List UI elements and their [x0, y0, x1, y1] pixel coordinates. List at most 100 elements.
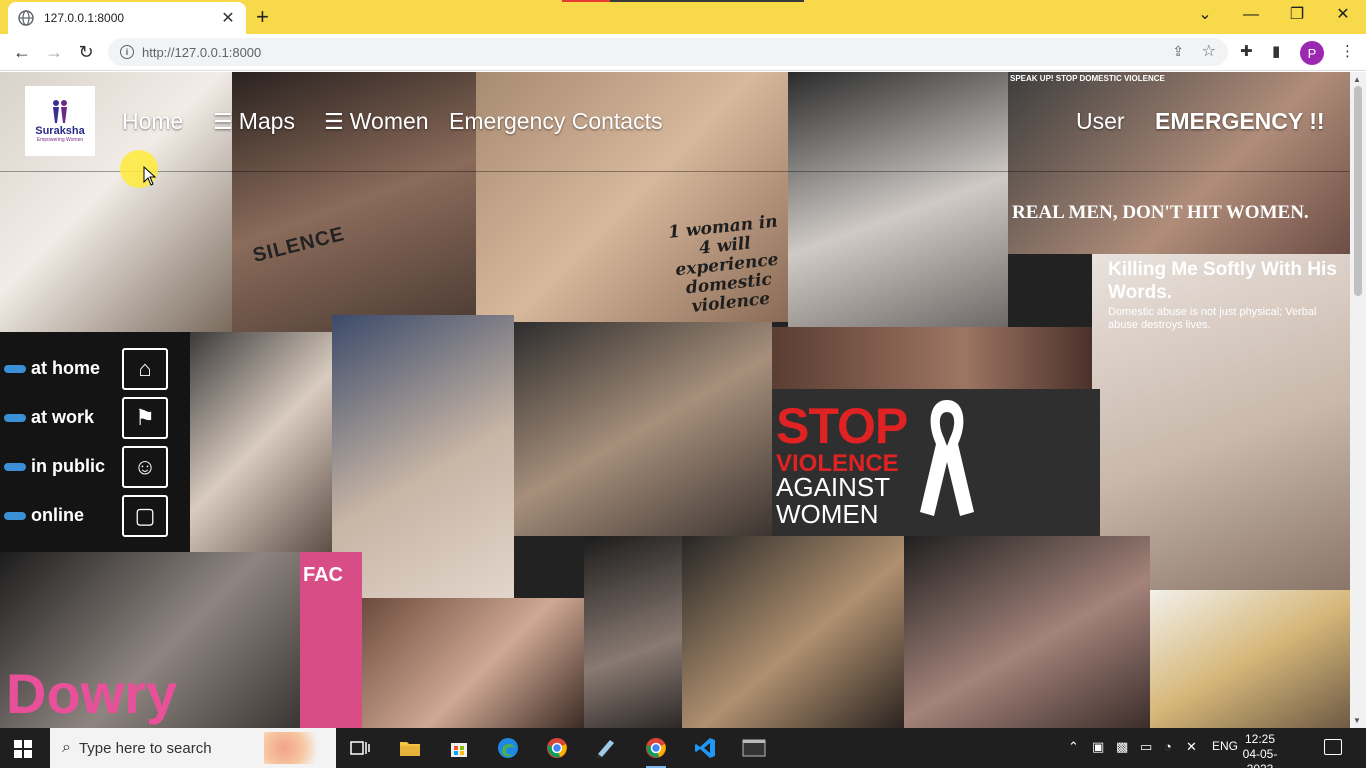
system-clock[interactable]: 12:25 04-05-2023: [1232, 732, 1288, 777]
microsoft-store-icon[interactable]: [445, 734, 473, 762]
nav-home[interactable]: Home: [122, 108, 183, 135]
volume-icon[interactable]: ✕: [1186, 739, 1197, 755]
browser-tab[interactable]: 127.0.0.1:8000 ✕: [8, 2, 246, 34]
url-text: http://127.0.0.1:8000: [142, 44, 262, 60]
bullet-pill: [4, 511, 26, 520]
suraksha-logo[interactable]: Suraksha Empowering Women: [25, 86, 95, 156]
app-tray-icon[interactable]: ▩: [1116, 739, 1128, 755]
chrome-icon[interactable]: [642, 734, 670, 768]
office-icon: ⚑: [122, 396, 168, 439]
share-icon[interactable]: ⇪: [1172, 43, 1184, 60]
nav-women-label: Women: [349, 108, 429, 134]
vscode-icon[interactable]: [691, 734, 719, 762]
awareness-ribbon-icon: [920, 400, 974, 516]
tab-title: 127.0.0.1:8000: [44, 11, 125, 25]
terminal-icon[interactable]: [740, 734, 768, 762]
against-women-text: AGAINST WOMEN: [776, 472, 890, 529]
tab-search-icon[interactable]: ⌄: [1182, 4, 1228, 26]
clock-date: 04-05-2023: [1242, 747, 1278, 776]
search-placeholder: Type here to search: [78, 739, 212, 757]
nav-women[interactable]: ☰ Women: [324, 108, 429, 135]
photo-injured-woman: [904, 536, 1150, 728]
scroll-up-icon[interactable]: ▲: [1353, 75, 1361, 84]
search-icon: ⌕: [62, 739, 71, 756]
windows-start-icon[interactable]: [14, 740, 32, 758]
address-bar[interactable]: i http://127.0.0.1:8000 ⇪ ☆: [108, 38, 1228, 66]
media-indicator: [562, 0, 804, 2]
place-label: in public: [31, 456, 105, 476]
photo-sunglasses-woman: [1150, 590, 1350, 728]
site-info-icon[interactable]: i: [120, 45, 134, 59]
killing-title: Killing Me Softly With His Words.: [1108, 259, 1337, 303]
bookmark-star-icon[interactable]: ☆: [1202, 41, 1216, 61]
hamburger-icon: ☰: [213, 108, 233, 134]
scroll-down-icon[interactable]: ▼: [1353, 716, 1361, 725]
dowry-text: Dowry: [6, 662, 178, 725]
bullet-pill: [4, 364, 26, 373]
new-tab-button[interactable]: +: [256, 5, 269, 29]
women-logo-icon: [53, 100, 67, 123]
nav-user-label: User: [1076, 108, 1125, 134]
photo-torn-face: [190, 332, 332, 552]
nav-home-label: Home: [122, 108, 184, 134]
tab-close-icon[interactable]: ✕: [220, 8, 236, 28]
network-icon[interactable]: ◔: [1164, 739, 1172, 754]
file-explorer-icon[interactable]: [396, 734, 424, 762]
reload-icon[interactable]: ↻: [74, 40, 98, 64]
hamburger-icon: ☰: [324, 108, 344, 134]
battery-icon[interactable]: ▭: [1140, 739, 1152, 755]
profile-avatar[interactable]: P: [1300, 41, 1324, 65]
task-view-icon[interactable]: [346, 734, 374, 762]
page-viewport: SILENCE 1 woman in 4 will experience dom…: [0, 72, 1350, 728]
edge-browser-icon[interactable]: [494, 734, 522, 762]
side-panel-icon[interactable]: ▮: [1272, 42, 1280, 60]
nav-user[interactable]: User: [1076, 108, 1125, 135]
search-highlight-image: [264, 732, 330, 764]
show-hidden-icons-icon[interactable]: ⌃: [1068, 739, 1079, 755]
place-label: online: [31, 505, 84, 525]
logo-tagline: Empowering Women: [36, 137, 84, 143]
house-icon: ⌂: [122, 347, 168, 390]
photo-tear-closeup: [772, 327, 1092, 389]
meet-now-icon[interactable]: ▣: [1092, 739, 1104, 755]
people-icon: ☺: [122, 445, 168, 488]
menu-kebab-icon[interactable]: ⋮: [1340, 42, 1355, 60]
emergency-button[interactable]: EMERGENCY !!: [1155, 108, 1325, 135]
killing-subtitle: Domestic abuse is not just physical; Ver…: [1108, 306, 1317, 331]
site-header: Suraksha Empowering Women Home ☰ Maps ☰ …: [0, 72, 1350, 172]
stop-text: STOP: [776, 398, 908, 454]
logo-name: Suraksha: [35, 125, 85, 137]
bullet-pill: [4, 413, 26, 422]
forward-icon[interactable]: →: [42, 40, 66, 64]
back-icon[interactable]: ←: [10, 40, 34, 64]
chrome-profile-icon[interactable]: [543, 734, 571, 762]
nav-emergency-contacts[interactable]: Emergency Contacts: [449, 108, 662, 135]
tab-strip: 127.0.0.1:8000 ✕ + ⌄ — ❐ ✕: [0, 0, 1366, 34]
place-row-online: online ▢: [0, 491, 190, 540]
browser-toolbar: ← → ↻ i http://127.0.0.1:8000 ⇪ ☆ ✚ ▮ P …: [0, 34, 1366, 71]
minimize-button[interactable]: —: [1228, 4, 1274, 26]
globe-icon: [18, 10, 34, 26]
notification-center-icon[interactable]: [1324, 739, 1342, 755]
mouse-pointer-icon: [143, 166, 157, 186]
page-scrollbar[interactable]: ▲ ▼: [1350, 72, 1366, 728]
scroll-thumb[interactable]: [1354, 86, 1362, 296]
notepad-icon[interactable]: [592, 734, 620, 762]
place-row-home: at home ⌂: [0, 344, 190, 393]
extensions-icon[interactable]: ✚: [1240, 42, 1253, 60]
real-men-text: REAL MEN, DON'T HIT WOMEN.: [1012, 202, 1309, 223]
place-row-work: at work ⚑: [0, 393, 190, 442]
bullet-pill: [4, 462, 26, 471]
clock-time: 12:25: [1244, 732, 1276, 746]
taskbar-search[interactable]: ⌕ Type here to search: [50, 728, 336, 768]
nav-emergency-contacts-label: Emergency Contacts: [449, 108, 663, 134]
nav-maps[interactable]: ☰ Maps: [213, 108, 295, 135]
windows-taskbar: ⌕ Type here to search ⌃ ▣ ▩ ▭ ◔ ✕ ENG 12…: [0, 728, 1366, 776]
hand-statistic-text: 1 woman in 4 will experience domestic vi…: [667, 211, 780, 317]
photo-bruised-woman: [584, 536, 682, 728]
facts-heading: FAC: [303, 564, 343, 586]
nav-maps-label: Maps: [238, 108, 295, 134]
close-window-button[interactable]: ✕: [1320, 4, 1366, 26]
restore-button[interactable]: ❐: [1274, 4, 1320, 26]
place-label: at home: [31, 358, 101, 378]
